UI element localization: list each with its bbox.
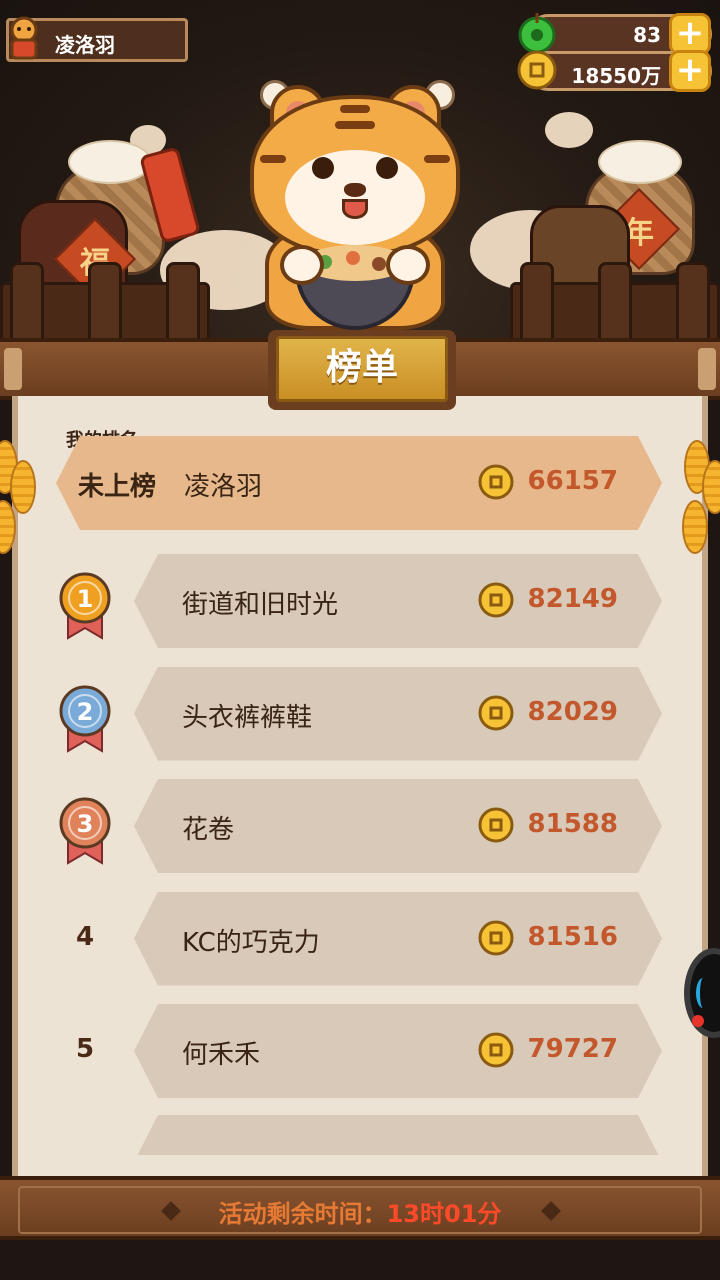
coin-count: 18550万 [571,64,661,88]
tiger-face [285,150,425,245]
tiger-stripe [340,105,370,113]
tiger-eye [312,157,334,179]
table-row[interactable] [134,1115,662,1155]
tiger-paw [280,245,324,285]
player-name: KC的巧克力 [182,927,320,958]
add-jade-button[interactable]: + [669,13,711,55]
table-row[interactable]: KC的巧克力 81516 [134,892,662,986]
leaderboard-title: 榜单 [276,336,448,402]
rank-medal-icon: 1 [59,572,111,640]
copper-coin-icon [478,807,514,843]
copper-coin-icon [478,582,514,618]
my-score: 66157 [527,466,618,496]
rank-medal-icon: 2 [59,685,111,753]
cloud-decoration [545,112,593,148]
player-score: 79727 [527,1034,618,1064]
table-row[interactable]: 花卷 81588 [134,779,662,873]
corn-decoration [0,420,38,570]
tiger-stripe [260,155,286,163]
my-rank-status: 未上榜 [78,472,157,502]
fence-post [10,262,44,348]
fence-post [520,262,554,348]
player-name: 何禾禾 [182,1040,261,1070]
corn-decoration [682,420,720,570]
player-score: 81588 [527,809,618,839]
table-row[interactable]: 何禾禾 79727 [134,1004,662,1098]
remaining-time: 13时01分 [386,1200,502,1228]
player-name: 街道和旧时光 [182,590,339,620]
copper-coin-icon [478,464,514,500]
add-coin-button[interactable]: + [669,50,711,92]
timer-text: 活动剩余时间：13时01分 [0,1194,720,1229]
tiger-paw [386,245,430,285]
rank-number: 4 [75,921,95,952]
copper-coin-icon [517,50,557,90]
copper-coin-icon [478,1032,514,1068]
remaining-label: 活动剩余时间： [218,1200,387,1228]
copper-coin-icon [478,920,514,955]
player-name: 凌洛羽 [55,33,115,57]
table-row[interactable]: 头衣裤裤鞋 82029 [134,667,662,761]
rank-number: 1 [77,585,94,613]
rank-number: 2 [77,698,94,726]
rice-pile [68,140,152,184]
player-score: 82149 [527,584,618,614]
fence-post [676,262,710,348]
player-name: 头衣裤裤鞋 [182,702,313,733]
rank-number: 3 [77,810,94,838]
tiger-mascot [230,80,480,335]
next-row-clip [12,1115,708,1155]
activity-timer-bar: 活动剩余时间：13时01分 [0,1176,720,1240]
rice-pile [598,140,682,184]
jade-counter: 83 + [518,13,712,55]
table-row[interactable]: 街道和旧时光 82149 [134,554,662,648]
my-player-name: 凌洛羽 [184,472,263,502]
fence-post [598,262,632,348]
tiger-stripe [424,155,450,163]
fence-post [88,262,122,348]
notification-dot [692,1015,704,1027]
tiger-stripe [335,121,375,129]
rank-number: 5 [75,1034,95,1064]
player-score: 81516 [527,921,618,952]
copper-coin-icon [478,695,514,730]
leaderboard-title-plate: 榜单 [268,330,456,410]
rank-medal-icon: 3 [59,797,111,865]
player-score: 82029 [527,696,618,727]
jade-count: 83 [633,23,661,47]
fence-post [166,262,200,348]
player-name: 花卷 [182,815,235,845]
coin-counter: 18550万 + [517,50,712,92]
tiger-mouth [342,199,368,219]
player-avatar-icon[interactable] [4,14,44,60]
my-rank-row: 未上榜 凌洛羽 66157 [56,436,662,530]
tiger-nose [344,183,366,197]
tiger-eye [376,157,398,179]
